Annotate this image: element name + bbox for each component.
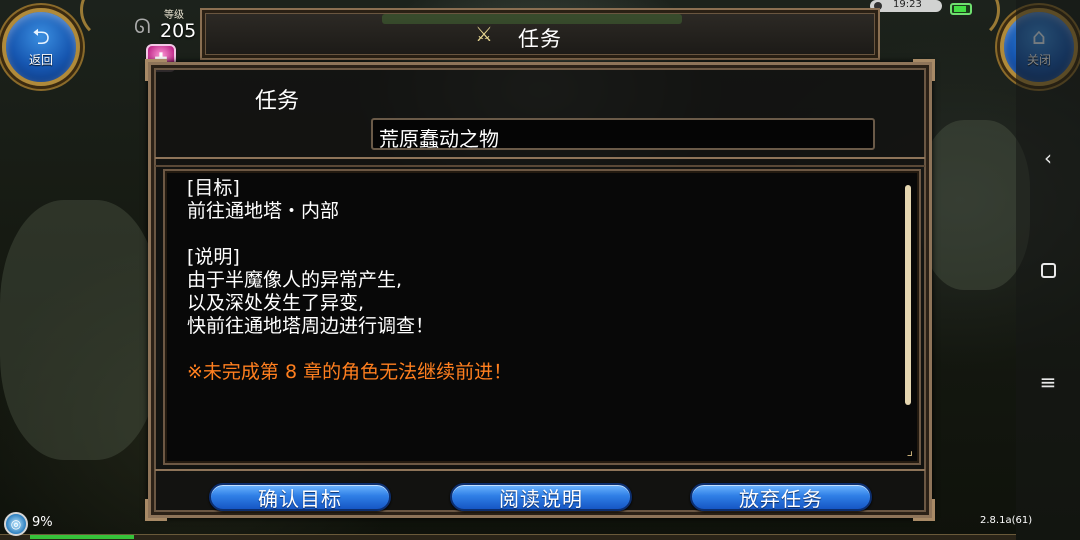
info-line: 以及深处发生了异变, [187,292,365,314]
confirm-objective-button[interactable]: 确认目标 [209,483,391,511]
level-value: 205 [160,20,197,42]
level-badge: ᘏ 等级 205 [128,6,206,46]
square-icon [1040,262,1056,278]
warning-text: ※未完成第 8 章的角色无法继续前进！ [187,361,513,383]
exp-percent: 9% [32,515,53,530]
scroll-end-ornament: ⌟ [906,443,913,459]
panel-corner [913,499,935,521]
info-line: 由于半魔像人的异常产生, [187,269,403,291]
system-nav-bar: ‹ ≡ [1016,0,1080,540]
quest-name-field[interactable]: 荒原蠢动之物 [371,118,875,151]
clock: 19:23 [893,0,922,10]
quest-panel: 任务 荒原蠢动之物 [目标] 前往通地塔・内部 [说明] 由于半魔像人的异常产生… [145,59,935,521]
exp-bar [0,534,1016,540]
scenery-rock [0,200,160,460]
return-arrow-icon: ⮌ [32,25,50,50]
chevron-left-icon: ‹ [1044,146,1052,170]
system-menu-button[interactable]: ≡ [1016,362,1080,402]
level-ornament-icon: ᘏ [134,14,151,38]
scrollbar[interactable] [905,185,911,405]
quest-description-box[interactable]: [目标] 前往通地塔・内部 [说明] 由于半魔像人的异常产生, 以及深处发生了异… [163,169,921,465]
panel-corner [145,59,167,81]
scenery-rock [920,120,1030,290]
divider [155,157,925,167]
exp-fill [30,535,134,539]
quest-description: [目标] 前往通地塔・内部 [说明] 由于半魔像人的异常产生, 以及深处发生了异… [187,177,887,384]
exp-orb-icon: ◎ [4,512,28,536]
menu-icon: ≡ [1039,370,1057,394]
system-back-button[interactable]: ‹ [1016,138,1080,178]
objective-header: [目标] [187,177,240,199]
back-button-label: 返回 [28,53,53,67]
panel-corner [145,499,167,521]
section-heading: 任务 [255,89,300,114]
system-home-button[interactable] [1016,250,1080,290]
title-bar: ⚔ 任务 [200,8,880,60]
back-button[interactable]: ⮌ 返回 [2,8,80,86]
level-label: 等级 [164,10,184,21]
info-header: [说明] [187,246,240,268]
divider [155,469,925,477]
version-text: 2.8.1a(61) [980,515,1033,526]
abandon-quest-button[interactable]: 放弃任务 [690,483,872,511]
panel-corner [913,59,935,81]
read-description-button[interactable]: 阅读说明 [450,483,632,511]
objective-text: 前往通地塔・内部 [187,200,340,222]
info-line: 快前往通地塔周边进行调查！ [187,315,435,337]
page-title: 任务 [518,27,562,51]
